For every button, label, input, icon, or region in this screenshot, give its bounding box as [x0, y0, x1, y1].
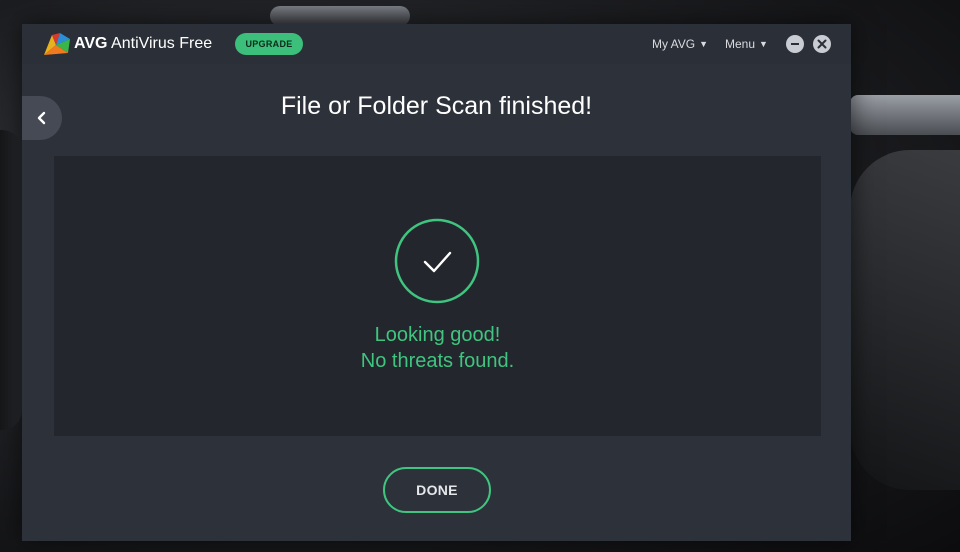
done-button[interactable]: DONE: [383, 467, 491, 513]
my-avg-label: My AVG: [652, 37, 696, 51]
chevron-down-icon: ▼: [699, 39, 709, 49]
minimize-button[interactable]: [786, 35, 804, 53]
my-avg-menu[interactable]: My AVG ▼: [652, 37, 708, 51]
main-menu[interactable]: Menu ▼: [725, 37, 768, 51]
menu-label: Menu: [725, 37, 756, 51]
checkmark-icon: [394, 218, 480, 304]
scan-result-panel: Looking good! No threats found.: [54, 156, 821, 436]
page-title: File or Folder Scan finished!: [280, 92, 593, 120]
close-icon: [817, 39, 827, 49]
minimize-icon: [791, 43, 799, 45]
desktop-background-shape: [0, 130, 22, 430]
close-button[interactable]: [813, 35, 831, 53]
brand-name: AVG: [74, 35, 108, 52]
title-bar: AVG AntiVirus Free UPGRADE My AVG ▼ Menu ▼: [22, 24, 851, 64]
desktop-background-shape: [270, 6, 410, 26]
chevron-down-icon: ▼: [759, 39, 768, 49]
desktop-background-shape: [850, 150, 960, 490]
result-message: Looking good!: [374, 324, 501, 346]
app-title: AVG AntiVirus Free: [74, 35, 212, 53]
desktop-background-shape: [850, 95, 960, 135]
result-detail: No threats found.: [360, 350, 515, 372]
avg-logo-icon: [44, 33, 70, 55]
product-name: AntiVirus Free: [111, 35, 213, 52]
upgrade-button[interactable]: UPGRADE: [235, 33, 303, 55]
avg-antivirus-window: AVG AntiVirus Free UPGRADE My AVG ▼ Menu ▼…: [22, 24, 851, 541]
